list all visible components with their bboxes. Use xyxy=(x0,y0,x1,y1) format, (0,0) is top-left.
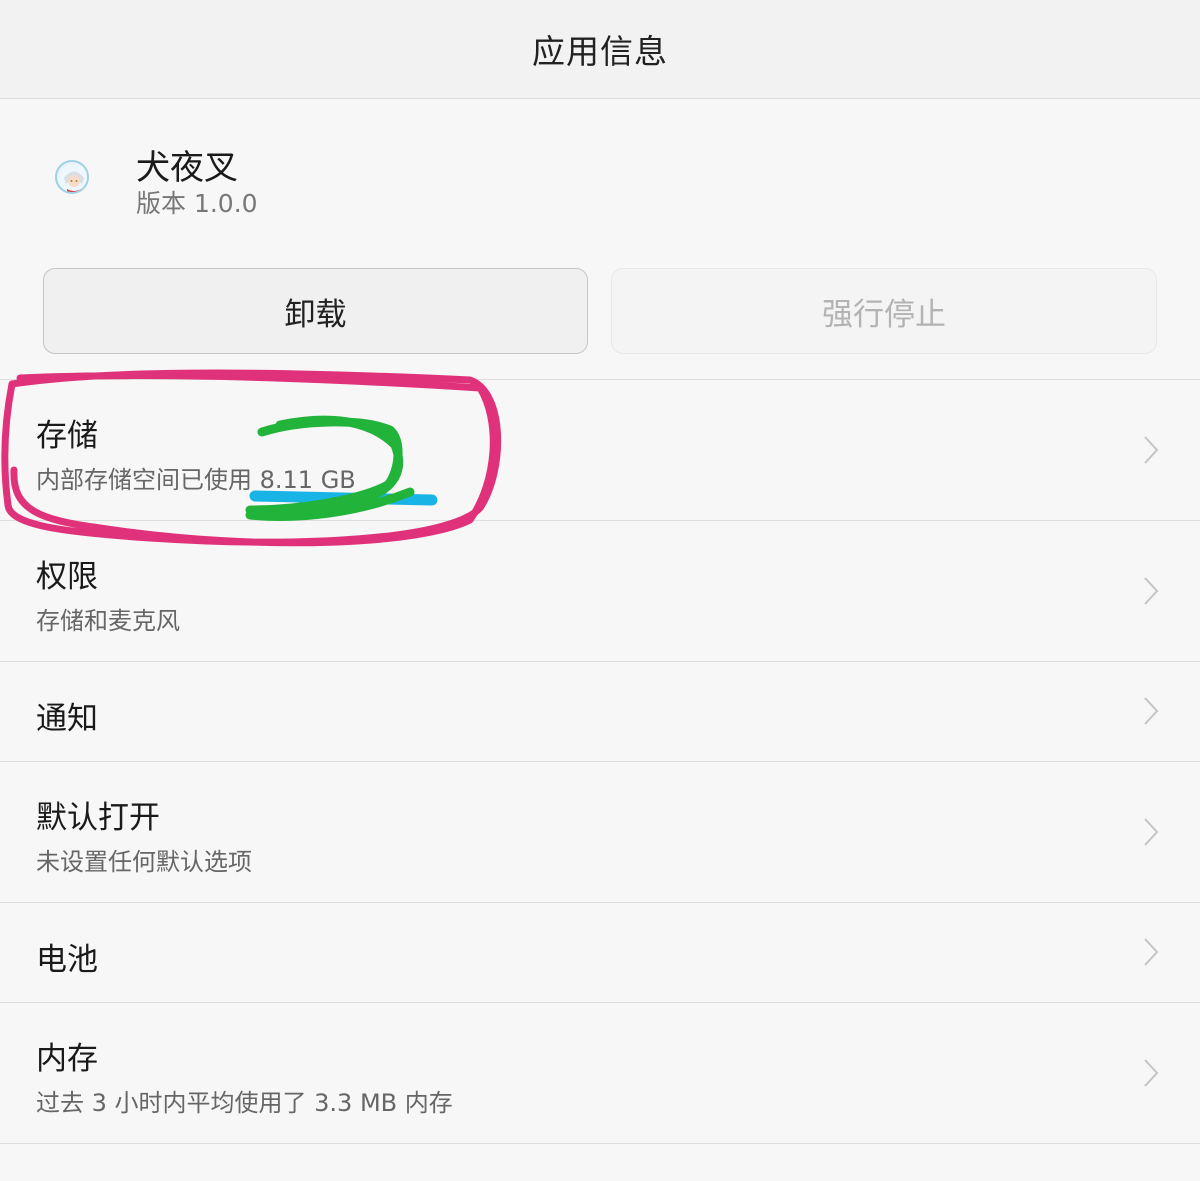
settings-row-memory[interactable]: 内存 过去 3 小时内平均使用了 3.3 MB 内存 xyxy=(0,1003,1200,1143)
memory-usage-text: 过去 3 小时内平均使用了 3.3 MB 内存 xyxy=(36,1089,453,1117)
app-avatar-icon xyxy=(55,160,89,194)
uninstall-button[interactable]: 卸载 xyxy=(43,268,588,354)
chevron-right-icon xyxy=(1144,818,1159,846)
battery-label: 电池 xyxy=(36,942,98,978)
app-version: 版本 1.0.0 xyxy=(136,189,258,218)
chevron-right-icon xyxy=(1144,577,1159,605)
chevron-right-icon xyxy=(1144,697,1159,725)
settings-row-notifications[interactable]: 通知 xyxy=(0,662,1200,761)
title-bar: 应用信息 xyxy=(0,0,1200,99)
settings-row-battery[interactable]: 电池 xyxy=(0,903,1200,1002)
permissions-label: 权限 xyxy=(36,559,98,595)
chevron-right-icon xyxy=(1144,938,1159,966)
chevron-right-icon xyxy=(1144,436,1159,464)
settings-row-storage[interactable]: 存储 内部存储空间已使用 8.11 GB xyxy=(0,380,1200,520)
force-stop-button[interactable]: 强行停止 xyxy=(611,268,1157,354)
divider xyxy=(0,1143,1200,1144)
app-name: 犬夜叉 xyxy=(136,148,238,188)
chevron-right-icon xyxy=(1144,1059,1159,1087)
page-title: 应用信息 xyxy=(532,32,668,71)
memory-label: 内存 xyxy=(36,1041,98,1077)
settings-row-permissions[interactable]: 权限 存储和麦克风 xyxy=(0,521,1200,661)
default-open-label: 默认打开 xyxy=(36,800,160,836)
permissions-summary: 存储和麦克风 xyxy=(36,607,180,635)
storage-label: 存储 xyxy=(36,418,98,454)
notifications-label: 通知 xyxy=(36,701,98,737)
default-open-summary: 未设置任何默认选项 xyxy=(36,848,252,876)
storage-usage-text: 内部存储空间已使用 8.11 GB xyxy=(36,466,356,494)
settings-row-default-open[interactable]: 默认打开 未设置任何默认选项 xyxy=(0,762,1200,902)
